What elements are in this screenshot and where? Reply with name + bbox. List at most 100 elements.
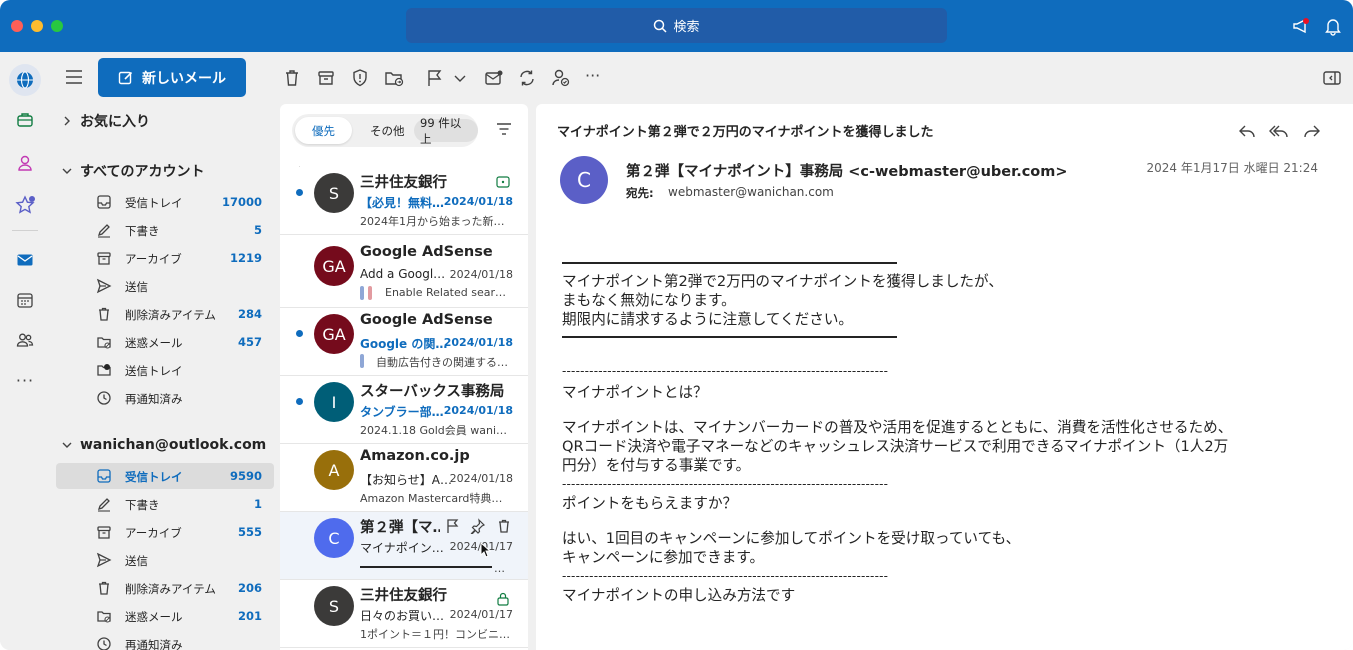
- folder-item[interactable]: 送信: [56, 273, 274, 299]
- message-preview: 2024.1.18 Gold会員 wani…: [360, 424, 508, 437]
- message-preview: 自動広告付きの関連する…: [376, 356, 508, 369]
- folder-item[interactable]: 迷惑メール 201: [56, 603, 274, 629]
- message-item[interactable]: GA Google AdSense Google の関… 2024/01/18 自動広告…: [280, 308, 528, 376]
- mail-app-button[interactable]: [9, 244, 41, 276]
- all-accounts-section[interactable]: すべてのアカウント: [62, 160, 204, 182]
- zoom-window-button[interactable]: [51, 20, 63, 32]
- folder-item[interactable]: 下書き 5: [56, 217, 274, 243]
- bell-icon[interactable]: [1323, 16, 1343, 36]
- clock-icon: [97, 391, 111, 405]
- draft-icon: [97, 224, 110, 238]
- more-apps-icon[interactable]: ···: [9, 364, 41, 396]
- more-options-icon[interactable]: ···: [585, 66, 605, 86]
- message-subject: タンブラー部…: [360, 405, 444, 419]
- message-date: 2024 年1月17日 水曜日 21:24: [1146, 161, 1318, 175]
- sync-icon[interactable]: [517, 68, 537, 88]
- message-preview: …: [494, 562, 505, 575]
- sender-name[interactable]: 第２弾【マイナポイント】事務局 <c-webmaster@uber.com>: [626, 160, 1068, 181]
- folder-item[interactable]: 受信トレイ 9590: [56, 463, 274, 489]
- account-label: wanichan@outlook.com: [80, 437, 267, 453]
- filter-icon[interactable]: [496, 122, 512, 136]
- flag-icon[interactable]: [444, 518, 460, 534]
- avatar: A: [314, 450, 354, 490]
- junk-icon: [97, 611, 111, 623]
- delete-icon[interactable]: [496, 518, 512, 534]
- star-icon: [15, 195, 35, 214]
- calendar-app-button[interactable]: [9, 284, 41, 316]
- move-to-folder-icon[interactable]: [384, 68, 404, 88]
- favorites-app-button[interactable]: [9, 189, 41, 221]
- people-icon: [16, 333, 34, 347]
- minimize-window-button[interactable]: [31, 20, 43, 32]
- message-subject: 【必見！無料…: [360, 196, 445, 210]
- tab-other[interactable]: その他: [370, 123, 405, 139]
- new-mail-button[interactable]: 新しいメール: [98, 58, 246, 97]
- delete-icon[interactable]: [282, 68, 302, 88]
- message-item[interactable]: C第２弾【マ…マイナポイン…2024/01/17…: [280, 512, 528, 580]
- other-count-badge: 99 件以上: [414, 116, 478, 146]
- folder-count: 9590: [229, 469, 262, 483]
- to-label: 宛先:: [626, 186, 654, 200]
- folder-item[interactable]: 迷惑メール 457: [56, 329, 274, 355]
- briefcase-app-button[interactable]: [9, 104, 41, 136]
- message-item[interactable]: GA Google AdSense Add a Googl… 2024/01/18 En…: [280, 240, 528, 308]
- junk-icon: [97, 337, 111, 349]
- person-icon: [18, 155, 32, 171]
- message-item[interactable]: S 三井住友銀行 【必見！無料… 2024/01/18 2024年1月から始まった新…: [280, 167, 528, 235]
- folder-item[interactable]: 削除済みアイテム 284: [56, 301, 274, 327]
- clock-icon: [97, 637, 111, 650]
- message-date: 2024/01/18: [443, 336, 513, 349]
- message-preview: 2024年1月から始まった新…: [360, 215, 505, 228]
- mail-icon: [17, 254, 33, 266]
- folder-name: 送信: [125, 280, 148, 294]
- folder-count: 284: [237, 307, 262, 321]
- body-line: 期限内に請求するように注意してください。: [562, 311, 854, 328]
- hamburger-menu-icon[interactable]: [66, 70, 82, 84]
- chevron-down-icon[interactable]: [450, 68, 470, 88]
- folder-count: 17000: [221, 195, 262, 209]
- reply-all-icon[interactable]: [1269, 121, 1289, 141]
- mark-read-icon[interactable]: [484, 68, 504, 88]
- folder-item[interactable]: 再通知済み: [56, 631, 274, 650]
- folder-name: 再通知済み: [125, 638, 183, 650]
- archive-icon[interactable]: [316, 68, 336, 88]
- chevron-down-icon: [62, 168, 72, 174]
- folder-item[interactable]: 削除済みアイテム 206: [56, 575, 274, 601]
- tab-focused[interactable]: 優先: [295, 117, 352, 144]
- body-line: マイナポイントは、マイナンバーカードの普及や活用を促進するとともに、消費を活性化…: [562, 419, 1233, 436]
- folder-item[interactable]: 下書き 1: [56, 491, 274, 517]
- shield-icon[interactable]: [350, 68, 370, 88]
- folder-item[interactable]: 再通知済み: [56, 385, 274, 411]
- forward-icon[interactable]: [1302, 121, 1322, 141]
- reply-icon[interactable]: [1237, 121, 1257, 141]
- message-item[interactable]: A Amazon.co.jp 【お知らせ】A… 2024/01/18 Amazon Ma…: [280, 444, 528, 512]
- folder-item[interactable]: 受信トレイ 17000: [56, 189, 274, 215]
- folder-item[interactable]: 送信: [56, 547, 274, 573]
- pin-icon[interactable]: [470, 518, 486, 534]
- account-section[interactable]: wanichan@outlook.com: [62, 434, 266, 456]
- recipient[interactable]: webmaster@wanichan.com: [668, 185, 834, 199]
- people-app-button[interactable]: [9, 324, 41, 356]
- profile-app-button[interactable]: [9, 147, 41, 179]
- favorites-label: お気に入り: [80, 114, 150, 130]
- folder-item[interactable]: 送信トレイ: [56, 357, 274, 383]
- search-box[interactable]: 検索: [406, 8, 947, 43]
- outlook-window: 検索 ··· 新しいメール お気に入り すべてのアカウント 受信トレイ 1700…: [0, 0, 1353, 650]
- folder-item[interactable]: アーカイブ 555: [56, 519, 274, 545]
- archive-icon: [97, 526, 111, 539]
- message-subject: Add a Googl…: [360, 267, 446, 281]
- collapse-pane-icon[interactable]: [1322, 68, 1342, 88]
- message-date: 2024/01/18: [443, 404, 513, 417]
- message-item[interactable]: S 三井住友銀行 日々のお買い… 2024/01/17 1ポイント＝１円！コンビニ…: [280, 580, 528, 648]
- folder-item[interactable]: アーカイブ 1219: [56, 245, 274, 271]
- globe-app-button[interactable]: [9, 64, 41, 96]
- flag-icon[interactable]: [424, 68, 444, 88]
- rules-icon[interactable]: [551, 68, 571, 88]
- megaphone-icon[interactable]: [1291, 16, 1311, 36]
- favorites-section[interactable]: お気に入り: [62, 110, 150, 132]
- send-icon: [96, 552, 112, 568]
- folder-name: 受信トレイ: [125, 470, 183, 484]
- message-item[interactable]: I スターバックス事務局 タンブラー部… 2024/01/18 2024.1.18 Go…: [280, 376, 528, 444]
- close-window-button[interactable]: [11, 20, 23, 32]
- category-tags: [360, 286, 376, 300]
